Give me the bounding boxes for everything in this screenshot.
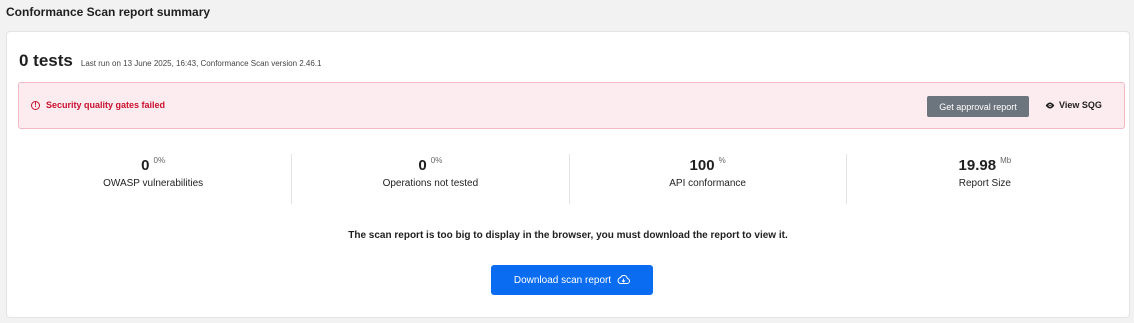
- alert-text: Security quality gates failed: [46, 100, 166, 110]
- report-summary-card: 0 tests Last run on 13 June 2025, 16:43,…: [6, 31, 1130, 318]
- stat-value: 19.98: [958, 157, 997, 174]
- report-too-big-notice: The scan report is too big to display in…: [348, 230, 788, 241]
- tests-count: 0 tests: [19, 51, 73, 70]
- view-sqg-link[interactable]: View SQG: [1045, 100, 1102, 110]
- stat-label: API conformance: [669, 178, 746, 189]
- stats-row: 0 0% OWASP vulnerabilities 0 0% Operatio…: [15, 154, 1123, 204]
- eye-icon: [1045, 102, 1055, 108]
- security-gate-alert: ! Security quality gates failed Get appr…: [18, 82, 1125, 129]
- cloud-download-icon: [617, 275, 631, 284]
- stat-unit: Mb: [1000, 156, 1012, 165]
- stat-report-size: 19.98 Mb Report Size: [847, 154, 1123, 204]
- stat-unit: 0%: [153, 156, 166, 165]
- stat-operations-not-tested: 0 0% Operations not tested: [292, 154, 570, 204]
- view-sqg-label: View SQG: [1059, 100, 1102, 110]
- stat-label: Report Size: [958, 178, 1011, 189]
- download-button-label: Download scan report: [513, 274, 612, 286]
- stat-api-conformance: 100 % API conformance: [570, 154, 847, 204]
- stat-label: OWASP vulnerabilities: [103, 178, 204, 189]
- summary-line: 0 tests Last run on 13 June 2025, 16:43,…: [19, 51, 321, 71]
- download-scan-report-button[interactable]: Download scan report: [491, 265, 653, 295]
- alert-message: ! Security quality gates failed: [31, 100, 165, 110]
- get-approval-report-button[interactable]: Get approval report: [927, 96, 1029, 117]
- stat-unit: 0%: [430, 156, 443, 165]
- exclamation-circle-icon: !: [31, 100, 40, 110]
- last-run-info: Last run on 13 June 2025, 16:43, Conform…: [80, 59, 322, 68]
- stat-label: Operations not tested: [382, 178, 479, 189]
- page-title: Conformance Scan report summary: [6, 5, 211, 19]
- stat-owasp-vulnerabilities: 0 0% OWASP vulnerabilities: [15, 154, 293, 204]
- stat-value: 100: [689, 157, 715, 174]
- stat-value: 0: [141, 157, 150, 174]
- stat-unit: %: [718, 156, 726, 165]
- stat-value: 0: [418, 157, 427, 174]
